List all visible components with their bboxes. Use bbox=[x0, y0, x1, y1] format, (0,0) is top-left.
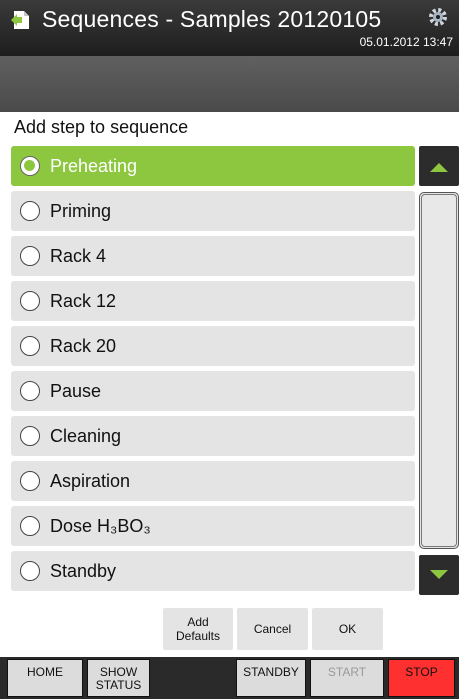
home-button[interactable]: HOME bbox=[7, 659, 83, 697]
scrollbar-thumb[interactable] bbox=[421, 194, 457, 547]
add-defaults-button[interactable]: Add Defaults bbox=[163, 608, 233, 650]
standby-button[interactable]: STANDBY bbox=[236, 659, 306, 697]
radio-icon[interactable] bbox=[20, 561, 40, 581]
start-button[interactable]: START bbox=[310, 659, 384, 697]
radio-icon[interactable] bbox=[20, 471, 40, 491]
radio-icon[interactable] bbox=[20, 201, 40, 221]
cancel-button[interactable]: Cancel bbox=[237, 608, 308, 650]
ok-button[interactable]: OK bbox=[312, 608, 383, 650]
list-item-label: Rack 20 bbox=[50, 335, 117, 356]
list-item-label: Aspiration bbox=[50, 470, 131, 491]
document-arrow-icon bbox=[11, 11, 29, 29]
radio-icon[interactable] bbox=[20, 381, 40, 401]
ok-label: OK bbox=[338, 622, 357, 636]
radio-selected-icon[interactable] bbox=[20, 156, 40, 176]
list-item-label: Cleaning bbox=[50, 425, 122, 446]
list-item[interactable]: Aspiration bbox=[11, 461, 415, 501]
list-item-label: Pause bbox=[50, 380, 102, 401]
show-status-button[interactable]: SHOW STATUS bbox=[87, 659, 150, 697]
radio-icon[interactable] bbox=[20, 336, 40, 356]
gear-icon[interactable] bbox=[427, 6, 449, 28]
datetime: 05.01.2012 13:47 bbox=[359, 35, 453, 49]
list-item[interactable]: Cleaning bbox=[11, 416, 415, 456]
chevron-up-icon bbox=[430, 163, 448, 172]
list-item[interactable]: Rack 12 bbox=[11, 281, 415, 321]
radio-icon[interactable] bbox=[20, 291, 40, 311]
list-item-label: Rack 12 bbox=[50, 290, 117, 311]
list-item-label: Rack 4 bbox=[50, 245, 107, 266]
window-title: Sequences - Samples 20120105 bbox=[42, 6, 382, 32]
page-title: Add step to sequence bbox=[14, 117, 189, 137]
stop-button[interactable]: STOP bbox=[388, 659, 455, 697]
standby-label: STANDBY bbox=[243, 665, 299, 679]
start-label: START bbox=[327, 665, 367, 679]
add-defaults-label-line2: Defaults bbox=[175, 629, 221, 643]
scroll-down-button[interactable] bbox=[419, 555, 459, 595]
add-defaults-label-line1: Add bbox=[187, 615, 209, 629]
list-item[interactable]: Pause bbox=[11, 371, 415, 411]
list-item-label: Priming bbox=[50, 200, 112, 221]
list-item-label: Dose H₃BO₃ bbox=[50, 515, 151, 536]
show-status-label-line2: STATUS bbox=[95, 678, 142, 692]
chevron-down-icon bbox=[430, 570, 448, 579]
list-item[interactable]: Preheating bbox=[11, 146, 415, 186]
scroll-up-button[interactable] bbox=[419, 146, 459, 186]
home-label: HOME bbox=[27, 665, 63, 679]
list-item[interactable]: Priming bbox=[11, 191, 415, 231]
stop-label: STOP bbox=[405, 665, 438, 679]
radio-icon[interactable] bbox=[20, 516, 40, 536]
radio-icon[interactable] bbox=[20, 246, 40, 266]
list-item[interactable]: Rack 20 bbox=[11, 326, 415, 366]
toolbar-area bbox=[0, 56, 459, 112]
list-item-label: Standby bbox=[50, 560, 117, 581]
list-item[interactable]: Dose H₃BO₃ bbox=[11, 506, 415, 546]
list-item[interactable]: Rack 4 bbox=[11, 236, 415, 276]
radio-icon[interactable] bbox=[20, 426, 40, 446]
list-item-label: Preheating bbox=[50, 155, 138, 176]
list-item[interactable]: Standby bbox=[11, 551, 415, 591]
cancel-label: Cancel bbox=[253, 622, 292, 636]
title-bar: Sequences - Samples 20120105 05.01.2012 … bbox=[0, 0, 459, 56]
